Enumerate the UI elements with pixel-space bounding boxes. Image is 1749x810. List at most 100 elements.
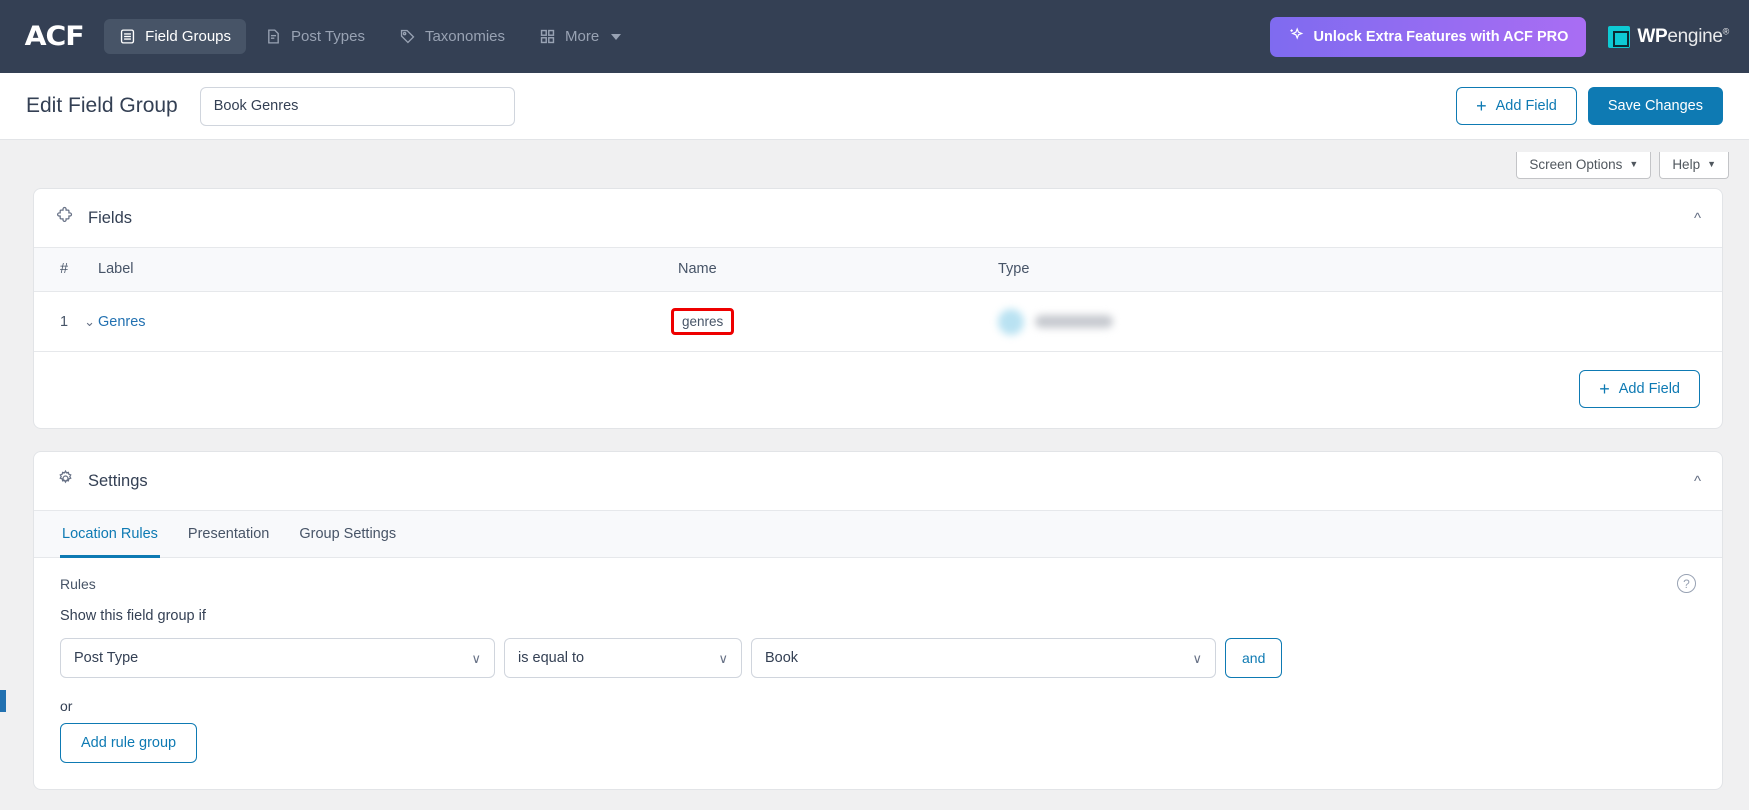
nav-label-more: More <box>565 28 600 45</box>
column-header-name: Name <box>678 248 998 292</box>
chevron-down-icon: ∨ <box>471 650 481 666</box>
nav-label-post-types: Post Types <box>291 28 365 45</box>
fields-panel-collapse-toggle[interactable]: ^ <box>1694 211 1701 226</box>
chevron-down-icon[interactable]: ⌄ <box>84 314 95 330</box>
puzzle-piece-icon <box>56 206 75 230</box>
help-label: Help <box>1672 156 1701 172</box>
fields-panel-footer: + Add Field <box>34 352 1722 428</box>
column-header-number: # <box>34 248 98 292</box>
acf-main-nav: Field Groups Post Types Taxonomies More <box>104 19 636 54</box>
wpengine-bold-text: WP <box>1637 25 1668 47</box>
rule-value-value: Book <box>765 650 799 666</box>
unlock-acf-pro-label: Unlock Extra Features with ACF PRO <box>1313 28 1569 45</box>
save-changes-label: Save Changes <box>1607 98 1703 114</box>
tab-presentation[interactable]: Presentation <box>186 511 271 558</box>
grid-icon <box>539 28 556 45</box>
fields-table-body: 1 ⌄ Genres genres <box>34 291 1722 352</box>
rule-operator-select[interactable]: is equal to ∨ <box>504 638 742 678</box>
tab-presentation-label: Presentation <box>187 526 270 542</box>
field-type-blurred <box>998 308 1722 335</box>
rule-value-select[interactable]: Book ∨ <box>751 638 1216 678</box>
settings-panel-collapse-toggle[interactable]: ^ <box>1694 474 1701 489</box>
add-field-button-header[interactable]: + Add Field <box>1456 87 1577 125</box>
gear-icon <box>56 469 75 493</box>
rule-param-value: Post Type <box>74 650 139 666</box>
add-field-header-label: Add Field <box>1495 98 1557 114</box>
add-and-rule-button[interactable]: and <box>1225 638 1283 678</box>
chevron-down-icon: ∨ <box>718 650 728 666</box>
wpengine-mark-icon <box>1608 25 1631 48</box>
save-changes-button[interactable]: Save Changes <box>1587 87 1723 125</box>
row-name-cell: genres <box>671 291 998 352</box>
tab-location-rules-label: Location Rules <box>62 526 158 542</box>
settings-panel: Settings ^ Location Rules Presentation G… <box>33 451 1723 790</box>
nav-item-taxonomies[interactable]: Taxonomies <box>384 19 520 54</box>
rules-subheading: Show this field group if <box>60 608 206 624</box>
wpengine-logo: WPengine® <box>1608 25 1730 48</box>
wpengine-light-text: engine <box>1667 25 1723 47</box>
fields-panel-header: Fields ^ <box>34 189 1722 248</box>
chevron-down-icon: ▼ <box>1629 159 1639 169</box>
nav-item-field-groups[interactable]: Field Groups <box>104 19 247 54</box>
tab-location-rules[interactable]: Location Rules <box>60 511 160 558</box>
main-content: Fields ^ # Label Name Type 1 ⌄ Genres ge… <box>0 182 1749 790</box>
nav-item-post-types[interactable]: Post Types <box>250 19 380 54</box>
column-header-type: Type <box>998 248 1722 292</box>
add-rule-group-label: Add rule group <box>81 735 177 751</box>
sparkle-icon <box>1288 26 1304 47</box>
column-header-label: Label <box>98 248 678 292</box>
acf-admin-bar: ACF Field Groups Post Types Taxonomies M… <box>0 0 1749 73</box>
rules-heading: Rules <box>60 576 96 592</box>
row-label-cell: Genres <box>98 291 678 352</box>
fields-panel: Fields ^ # Label Name Type 1 ⌄ Genres ge… <box>33 188 1723 429</box>
edit-field-group-header: Edit Field Group + Add Field Save Change… <box>0 73 1749 140</box>
add-field-button-panel[interactable]: + Add Field <box>1579 370 1700 408</box>
chevron-down-icon: ▼ <box>1707 159 1716 169</box>
fields-table: # Label Name Type 1 ⌄ Genres genres <box>34 248 1722 352</box>
row-number: 1 <box>60 313 69 330</box>
nav-label-field-groups: Field Groups <box>145 28 232 45</box>
chevron-down-icon <box>611 33 622 40</box>
field-group-title-input[interactable] <box>199 86 515 126</box>
plus-icon: + <box>1599 379 1610 399</box>
settings-tabs: Location Rules Presentation Group Settin… <box>34 511 1722 558</box>
chevron-down-icon: ∨ <box>1192 650 1202 666</box>
rule-operator-value: is equal to <box>518 650 585 666</box>
wpengine-reg-mark: ® <box>1722 26 1730 37</box>
field-type-label-blurred <box>1035 315 1113 328</box>
settings-panel-header: Settings ^ <box>34 452 1722 511</box>
header-actions: + Add Field Save Changes <box>1456 87 1723 125</box>
add-field-panel-label: Add Field <box>1618 381 1680 397</box>
fields-table-head: # Label Name Type <box>34 248 1722 292</box>
screen-meta-row: Screen Options ▼ Help ▼ <box>0 140 1749 182</box>
add-rule-group-button[interactable]: Add rule group <box>60 723 198 763</box>
acf-logo: ACF <box>24 21 85 52</box>
table-row[interactable]: 1 ⌄ Genres genres <box>34 291 1722 352</box>
and-label: and <box>1242 650 1266 666</box>
field-label-link[interactable]: Genres <box>98 314 146 330</box>
field-type-icon <box>998 308 1024 335</box>
rule-param-select[interactable]: Post Type ∨ <box>60 638 495 678</box>
question-mark-icon[interactable]: ? <box>1677 574 1696 593</box>
tag-icon <box>399 28 416 45</box>
nav-label-taxonomies: Taxonomies <box>424 28 506 45</box>
row-type-cell <box>998 291 1722 352</box>
row-number-cell: 1 ⌄ <box>34 291 98 352</box>
page-title: Edit Field Group <box>26 94 178 117</box>
acf-bar-right: Unlock Extra Features with ACF PRO WPeng… <box>1270 16 1730 57</box>
location-rules-body: ? Rules Show this field group if Post Ty… <box>34 558 1722 789</box>
settings-panel-title: Settings <box>88 471 148 490</box>
plus-icon: + <box>1476 96 1487 116</box>
tab-group-settings[interactable]: Group Settings <box>297 511 398 558</box>
screen-options-button[interactable]: Screen Options ▼ <box>1516 151 1652 179</box>
fields-panel-title: Fields <box>88 208 133 227</box>
tab-group-settings-label: Group Settings <box>299 526 397 542</box>
screen-options-label: Screen Options <box>1529 156 1623 172</box>
unlock-acf-pro-button[interactable]: Unlock Extra Features with ACF PRO <box>1270 16 1587 57</box>
list-document-icon <box>119 28 136 45</box>
document-icon <box>265 28 282 45</box>
nav-item-more[interactable]: More <box>524 19 636 54</box>
help-button[interactable]: Help ▼ <box>1659 151 1729 179</box>
field-name-highlighted: genres <box>671 308 735 335</box>
or-label: or <box>60 698 73 714</box>
